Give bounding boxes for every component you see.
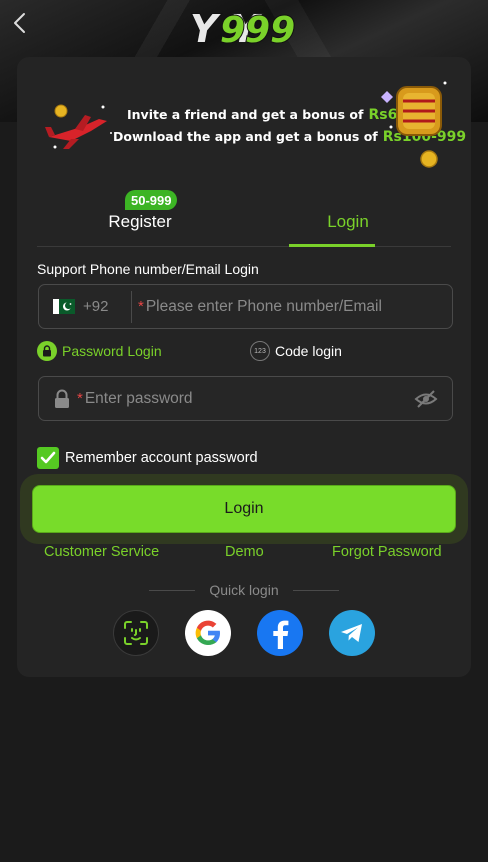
quick-login-label: Quick login	[209, 582, 279, 598]
facebook-icon	[273, 620, 289, 649]
svg-text:999: 999	[220, 10, 295, 51]
demo-link[interactable]: Demo	[225, 544, 264, 560]
required-mark: *	[77, 390, 83, 407]
gold-coins-icon	[381, 81, 447, 168]
field-divider	[131, 290, 132, 323]
register-bonus-badge: 50-999	[125, 190, 178, 210]
customer-service-link[interactable]: Customer Service	[44, 544, 159, 560]
divider-line	[292, 589, 339, 591]
checkmark-icon	[37, 447, 59, 469]
remember-password-checkbox[interactable]: Remember account password	[37, 447, 258, 469]
face-id-login-button[interactable]	[113, 610, 159, 656]
eye-off-icon[interactable]	[414, 389, 438, 409]
code-icon: 123	[250, 341, 270, 361]
telegram-icon	[341, 624, 362, 642]
lock-icon	[37, 341, 57, 361]
back-button[interactable]	[8, 10, 30, 36]
login-mode-switch: Password Login 123 Code login	[37, 341, 451, 365]
quick-login-divider: Quick login	[17, 581, 471, 599]
password-placeholder: Enter password	[84, 389, 193, 407]
password-login-option[interactable]: Password Login	[37, 341, 162, 361]
active-tab-indicator	[289, 244, 375, 247]
divider-line	[149, 589, 196, 591]
login-card: Invite a friend and get a bonus of Rs600…	[17, 57, 471, 677]
airplane-icon	[45, 104, 112, 149]
padlock-icon	[55, 389, 69, 408]
svg-text:Y: Y	[190, 7, 221, 51]
login-button[interactable]: Login	[32, 485, 456, 533]
login-method-label: Support Phone number/Email Login	[37, 261, 259, 277]
remember-password-label: Remember account password	[65, 450, 258, 466]
google-login-button[interactable]	[185, 610, 231, 656]
tab-login[interactable]: Login	[245, 197, 451, 247]
pakistan-flag-icon	[53, 299, 75, 314]
password-login-label: Password Login	[62, 343, 162, 359]
help-links: Customer Service Demo Forgot Password	[17, 544, 471, 564]
phone-email-placeholder: Please enter Phone number/Email	[145, 297, 382, 315]
phone-email-field[interactable]: +92 * Please enter Phone number/Email	[38, 284, 453, 329]
google-icon	[195, 620, 220, 645]
code-login-option[interactable]: 123 Code login	[250, 341, 342, 361]
telegram-login-button[interactable]	[329, 610, 375, 656]
required-mark: *	[138, 298, 144, 315]
brand-logo: Y Y 999	[190, 2, 300, 52]
country-code[interactable]: +92	[83, 298, 123, 315]
promo-banner: Invite a friend and get a bonus of Rs600…	[41, 77, 466, 195]
code-login-label: Code login	[275, 343, 342, 359]
chevron-left-icon	[14, 13, 25, 33]
auth-tabs: Register Login	[37, 197, 451, 247]
forgot-password-link[interactable]: Forgot Password	[332, 544, 442, 560]
password-field[interactable]: * Enter password	[38, 376, 453, 421]
face-id-icon	[124, 621, 148, 645]
facebook-login-button[interactable]	[257, 610, 303, 656]
